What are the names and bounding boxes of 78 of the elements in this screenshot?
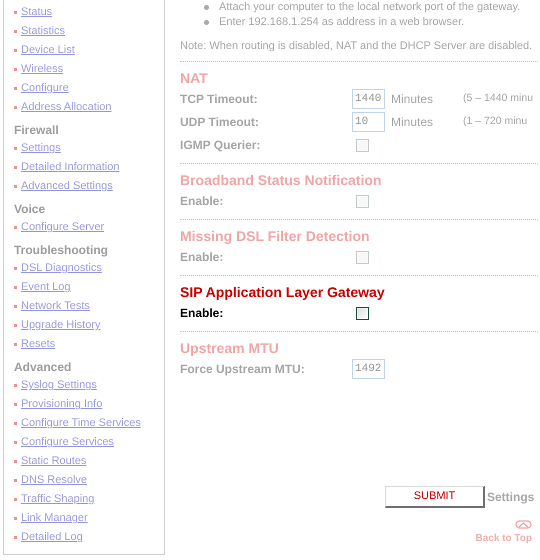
bullet-icon — [14, 166, 17, 169]
bullet-icon — [14, 517, 17, 520]
field-label: Force Upstream MTU: — [180, 361, 306, 378]
sidebar-link[interactable]: Status — [21, 4, 52, 21]
sidebar-link[interactable]: Statistics — [21, 23, 66, 40]
field-label: UDP Timeout: — [180, 114, 260, 131]
instruction-text: Enter 192.168.1.254 as address in a web browser. — [219, 15, 464, 30]
sidebar-link[interactable]: Event Log — [21, 279, 71, 296]
bullet-icon — [14, 185, 17, 188]
sidebar-link[interactable]: Traffic Shaping — [21, 491, 94, 508]
sidebar-link[interactable]: Configure Services — [21, 434, 114, 451]
sidebar-heading: Voice — [14, 201, 46, 218]
bullet-icon — [14, 68, 17, 71]
bullet-icon — [14, 324, 17, 327]
submit-caption: Settings — [487, 488, 534, 506]
bullet-icon — [14, 147, 17, 150]
field-label: IGMP Querier: — [180, 137, 262, 154]
sidebar-link[interactable]: Device List — [21, 42, 75, 59]
bullet-icon — [14, 460, 17, 463]
bullet-icon — [14, 441, 17, 444]
note-text: Note: When routing is disabled, NAT and the DHCP Server are disabled. — [180, 39, 534, 54]
section-title: NAT — [180, 68, 209, 88]
field-label: TCP Timeout: — [180, 91, 259, 108]
instruction-text: Attach your computer to the local network port of the gateway. — [219, 0, 520, 16]
sidebar-link[interactable]: Detailed Information — [21, 159, 120, 176]
bullet-icon — [14, 479, 17, 482]
sidebar-link[interactable]: Configure Time Services — [21, 415, 141, 432]
sidebar-link[interactable]: Configure — [21, 80, 69, 97]
sidebar-link[interactable]: Address Allocation — [21, 99, 112, 116]
bullet-icon — [204, 20, 209, 25]
bullet-icon — [14, 305, 17, 308]
bullet-icon — [14, 403, 17, 406]
bullet-icon — [14, 106, 17, 109]
sidebar-link[interactable]: Static Routes — [21, 453, 86, 470]
section-title: Broadband Status Notification — [180, 170, 382, 190]
unit-label: Minutes — [391, 114, 434, 131]
bullet-icon — [14, 498, 17, 501]
field-label: Enable: — [180, 249, 224, 266]
bullet-icon — [14, 11, 17, 14]
sidebar-link[interactable]: Resets — [21, 336, 56, 353]
sidebar-link[interactable]: Advanced Settings — [21, 178, 113, 195]
submit-button[interactable]: SUBMIT — [385, 486, 485, 508]
section-title: SIP Application Layer Gateway — [180, 282, 386, 302]
sidebar-heading: Troubleshooting — [14, 242, 109, 259]
sidebar-heading: Advanced — [14, 359, 72, 376]
section-title: Missing DSL Filter Detection — [180, 226, 371, 246]
section-title: Upstream MTU — [180, 338, 280, 358]
bullet-icon — [14, 49, 17, 52]
back-to-top-link[interactable]: Back to Top — [476, 530, 532, 546]
bullet-icon — [14, 226, 17, 229]
sidebar-link[interactable]: Detailed Log — [21, 529, 83, 546]
sidebar-link[interactable]: DNS Resolve — [21, 472, 88, 489]
bullet-icon — [14, 343, 17, 346]
bullet-icon — [14, 267, 17, 270]
sidebar-link[interactable]: Link Manager — [21, 510, 88, 527]
bullet-icon — [14, 384, 17, 387]
sidebar-link[interactable]: Provisioning Info — [21, 396, 102, 413]
unit-label: Minutes — [391, 91, 434, 108]
range-hint: (5 – 1440 minu — [463, 91, 534, 106]
sidebar-link[interactable]: Network Tests — [21, 298, 90, 315]
sidebar-link[interactable]: Wireless — [21, 61, 64, 78]
back-to-top-icon — [515, 520, 532, 528]
bullet-icon — [14, 422, 17, 425]
bullet-icon — [14, 536, 17, 539]
sidebar-link[interactable]: Syslog Settings — [21, 377, 97, 394]
field-label: Enable: — [180, 193, 224, 210]
sidebar-heading: Firewall — [14, 122, 60, 139]
sidebar-link[interactable]: Settings — [21, 140, 61, 157]
sidebar-link[interactable]: Configure Server — [21, 219, 104, 236]
range-hint: (1 – 720 minu — [463, 114, 528, 130]
sidebar-link[interactable]: Upgrade History — [21, 317, 100, 334]
bullet-icon — [14, 30, 17, 33]
sidebar-link[interactable]: DSL Diagnostics — [21, 260, 102, 277]
field-label: Enable: — [180, 305, 224, 322]
bullet-icon — [14, 87, 17, 90]
bullet-icon — [14, 286, 17, 289]
checkbox[interactable] — [356, 306, 369, 320]
bullet-icon — [204, 5, 209, 10]
